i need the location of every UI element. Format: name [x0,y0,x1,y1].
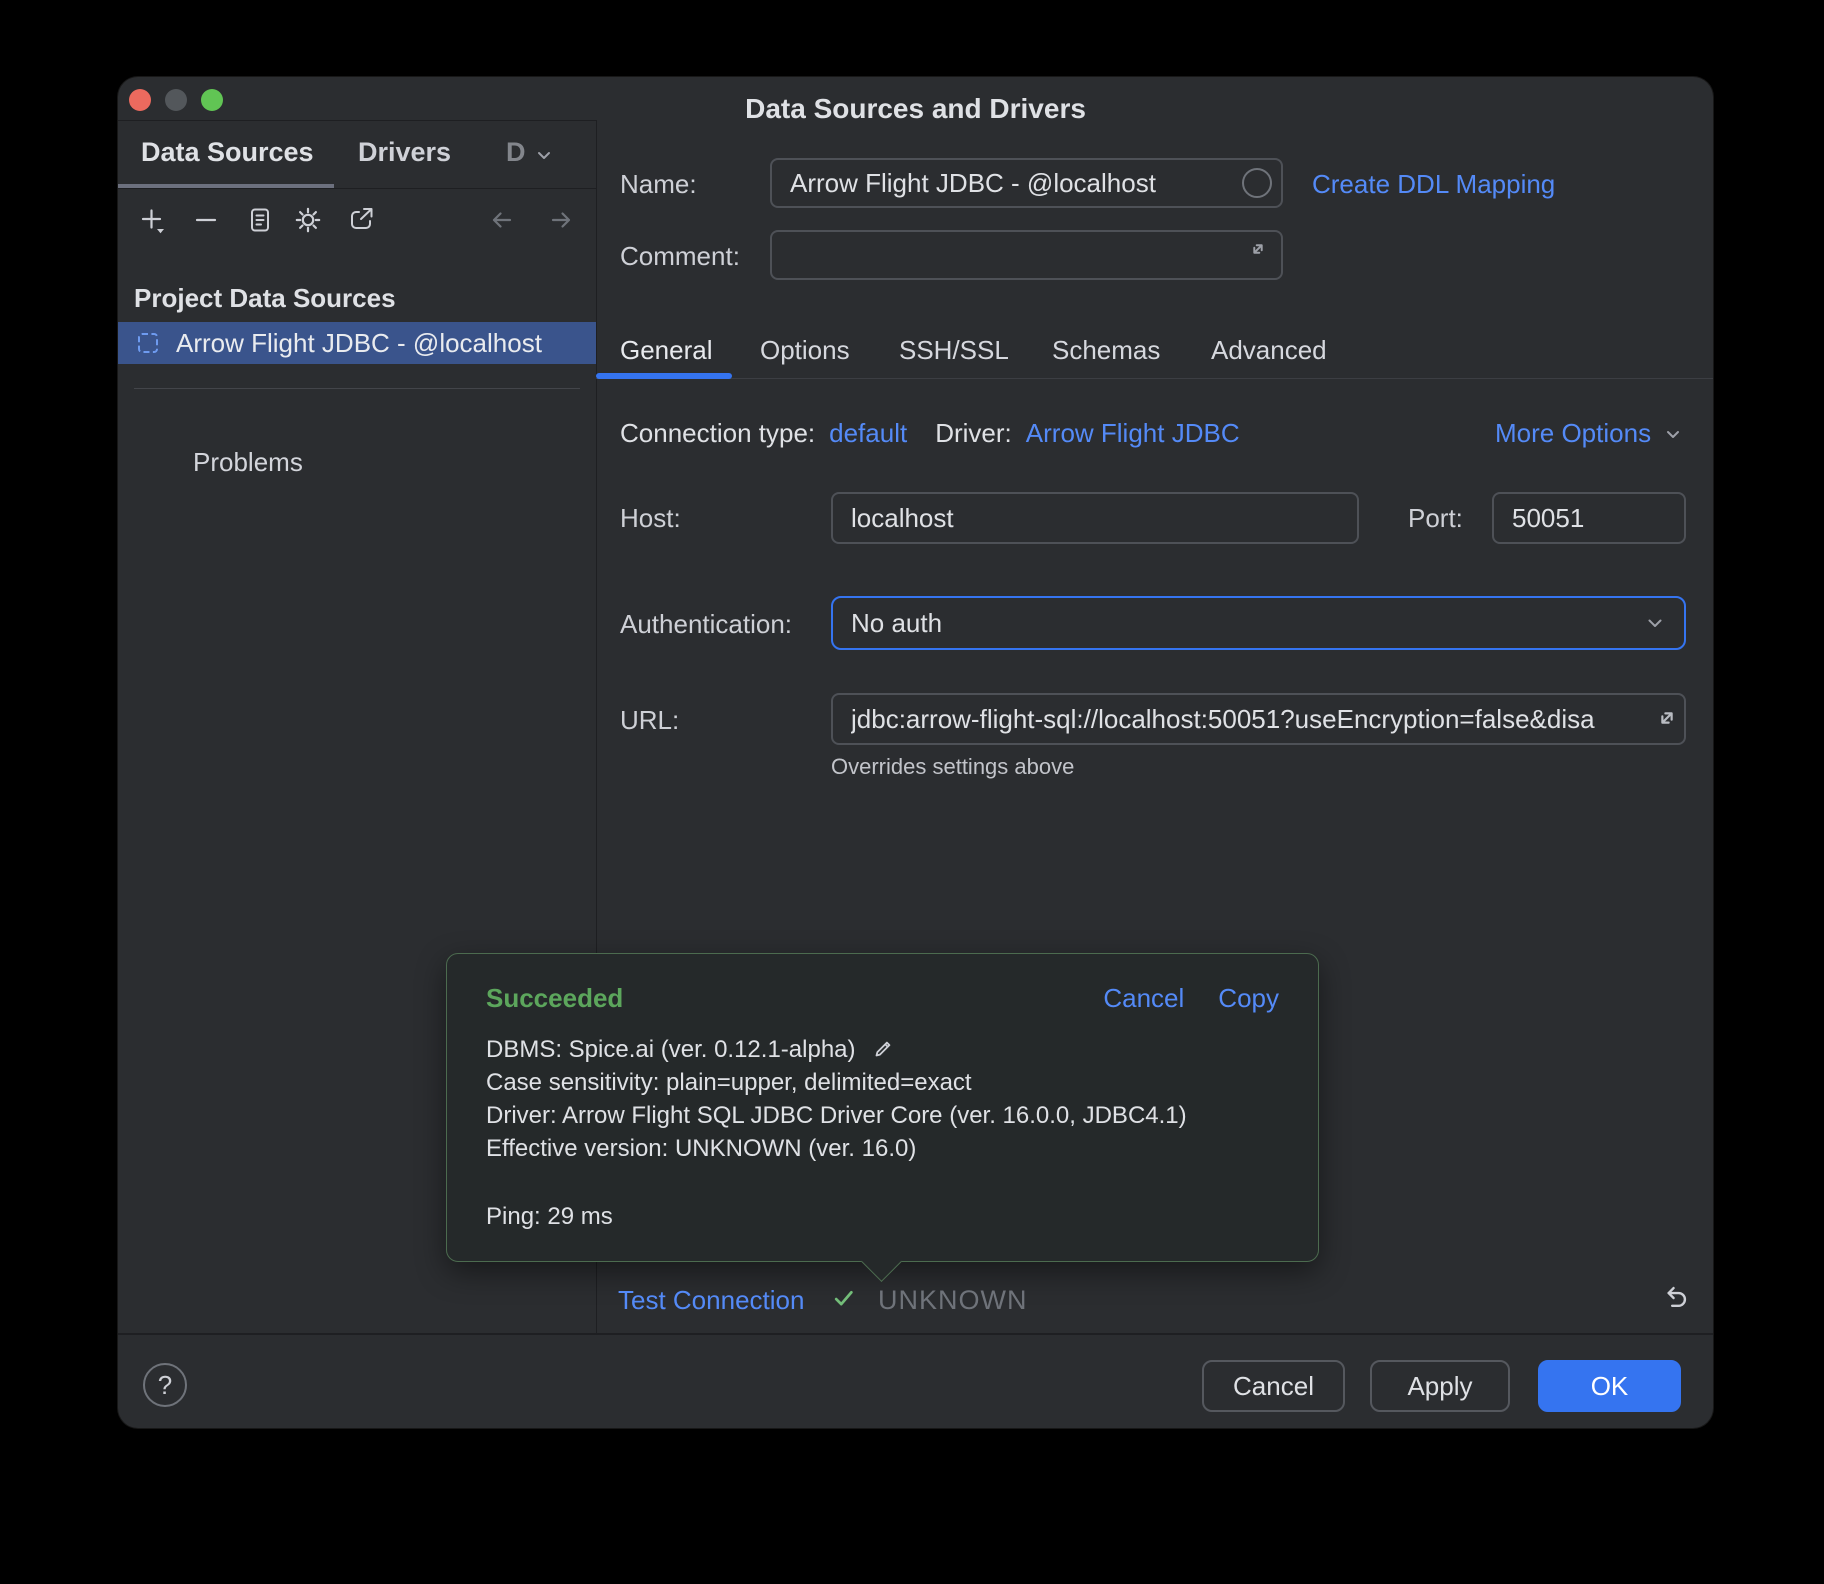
tabs-divider [596,378,1713,379]
data-source-list-item[interactable]: Arrow Flight JDBC - @localhost [118,322,596,364]
open-in-editor-button[interactable] [345,203,379,237]
back-button[interactable] [485,203,519,237]
footer-divider [118,1333,1713,1335]
chevron-down-icon[interactable] [532,143,556,167]
test-connection-link[interactable]: Test Connection [618,1285,804,1316]
create-ddl-mapping-link[interactable]: Create DDL Mapping [1312,169,1555,200]
comment-input[interactable] [770,230,1283,280]
add-icon [138,205,168,235]
tab-overflow-truncated[interactable]: D [506,137,526,168]
active-tab-underline [118,184,334,188]
remove-icon [191,205,221,235]
question-mark: ? [158,1370,172,1401]
active-form-tab-underline [596,373,732,379]
more-options-link[interactable]: More Options [1495,418,1651,449]
help-button[interactable]: ? [143,1363,187,1407]
popup-line: DBMS: Spice.ai (ver. 0.12.1-alpha) [486,1033,1288,1066]
auth-selected-value: No auth [851,608,942,639]
forward-arrow-icon [546,205,576,235]
popup-pointer [861,1241,902,1282]
tab-options[interactable]: Options [760,335,850,366]
settings-button[interactable] [291,203,325,237]
url-input[interactable] [831,693,1686,745]
edit-pencil-icon[interactable] [870,1036,896,1062]
tab-drivers[interactable]: Drivers [358,137,451,168]
gear-icon [293,205,323,235]
remove-button[interactable] [189,203,223,237]
port-input[interactable] [1492,492,1686,544]
popup-cancel-link[interactable]: Cancel [1103,983,1184,1014]
connection-type-row: Connection type: default Driver: Arrow F… [620,418,1240,449]
host-label: Host: [620,503,681,534]
comment-label: Comment: [620,241,740,272]
expand-editor-icon[interactable] [1246,237,1270,261]
url-label: URL: [620,705,679,736]
revert-icon [1658,1281,1692,1315]
test-connection-popup: Succeeded Cancel Copy DBMS: Spice.ai (ve… [446,953,1319,1262]
tab-advanced[interactable]: Advanced [1211,335,1327,366]
popup-line: Case sensitivity: plain=upper, delimited… [486,1066,1288,1099]
tab-general[interactable]: General [620,335,713,366]
driver-label: Driver: [935,418,1012,449]
database-icon [138,333,158,353]
forward-button[interactable] [544,203,578,237]
ok-button[interactable]: OK [1538,1360,1681,1412]
host-input[interactable] [831,492,1359,544]
success-checkmark-icon [830,1285,857,1312]
sidebar-divider [134,388,580,389]
connection-type-label: Connection type: [620,418,815,449]
cancel-button[interactable]: Cancel [1202,1360,1345,1412]
url-expand-icon[interactable] [1652,703,1682,733]
name-input[interactable] [770,158,1283,208]
url-hint: Overrides settings above [831,754,1074,780]
auth-label: Authentication: [620,609,792,640]
data-sources-dialog: Data Sources and Drivers Data Sources Dr… [118,77,1713,1428]
test-result-text: UNKNOWN [878,1285,1028,1316]
popup-line: Effective version: UNKNOWN (ver. 16.0) [486,1132,1288,1165]
popup-details: DBMS: Spice.ai (ver. 0.12.1-alpha) Case … [486,1033,1288,1233]
sidebar-toolbar [118,194,596,246]
add-button[interactable] [136,203,170,237]
popup-status: Succeeded [486,983,623,1014]
revert-button[interactable] [1658,1281,1692,1315]
driver-value-link[interactable]: Arrow Flight JDBC [1026,418,1240,449]
tab-data-sources[interactable]: Data Sources [141,137,314,168]
export-icon [347,205,377,235]
chevron-down-icon [1642,610,1668,636]
duplicate-icon [245,205,275,235]
name-label: Name: [620,169,697,200]
section-header: Project Data Sources [134,283,396,314]
popup-copy-link[interactable]: Copy [1218,983,1279,1014]
auth-select[interactable]: No auth [831,596,1686,650]
connection-type-value-link[interactable]: default [829,418,907,449]
popup-line: Driver: Arrow Flight SQL JDBC Driver Cor… [486,1099,1288,1132]
tab-schemas[interactable]: Schemas [1052,335,1160,366]
loading-spinner-icon [1242,168,1272,198]
more-options-control[interactable]: More Options [1495,418,1685,449]
port-label: Port: [1408,503,1463,534]
duplicate-button[interactable] [243,203,277,237]
chevron-down-icon [1661,422,1685,446]
sidebar-item-problems[interactable]: Problems [193,447,303,478]
tab-ssh-ssl[interactable]: SSH/SSL [899,335,1009,366]
data-source-label: Arrow Flight JDBC - @localhost [176,328,542,359]
sidebar-tab-strip: Data Sources Drivers D [118,120,596,189]
popup-line: Ping: 29 ms [486,1200,1288,1233]
apply-button[interactable]: Apply [1370,1360,1510,1412]
back-arrow-icon [487,205,517,235]
